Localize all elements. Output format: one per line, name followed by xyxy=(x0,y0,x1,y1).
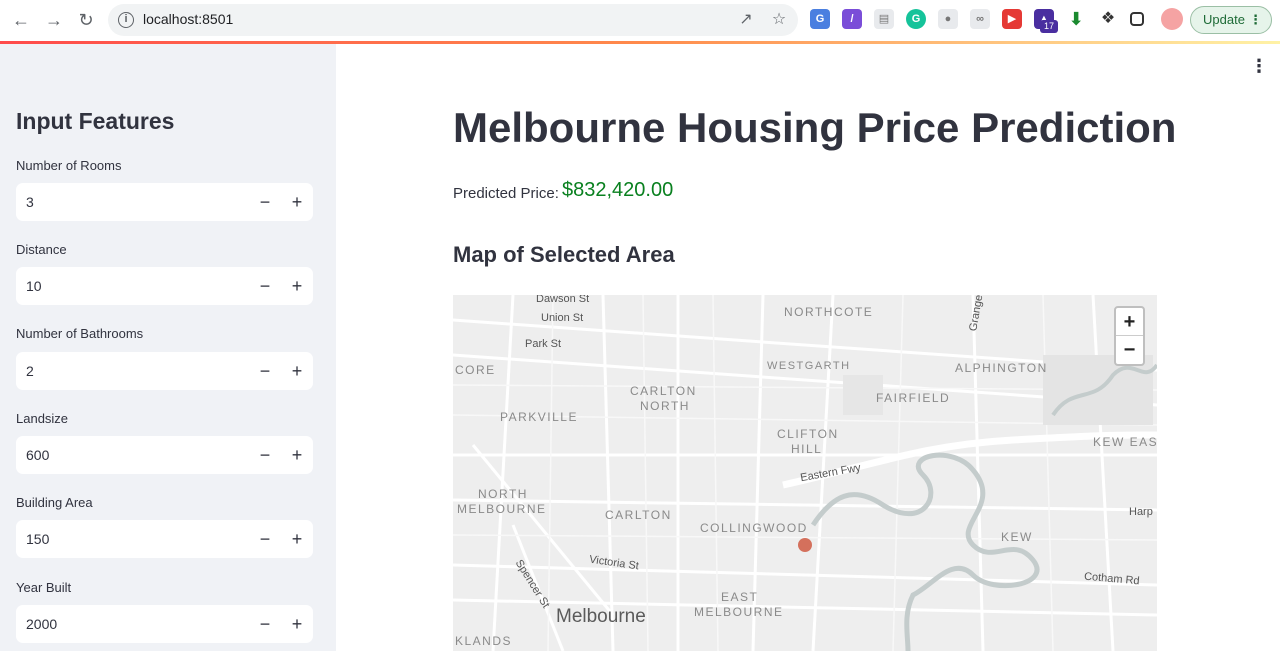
year-built-value[interactable]: 2000 xyxy=(26,616,57,632)
year-built-label: Year Built xyxy=(16,580,72,595)
street-label: Dawson St xyxy=(536,295,590,305)
zoom-out-button[interactable]: − xyxy=(1116,336,1143,364)
bathrooms-value[interactable]: 2 xyxy=(26,363,34,379)
location-marker[interactable] xyxy=(798,538,812,552)
suburb-label: MELBOURNE xyxy=(457,502,547,516)
page-title: Melbourne Housing Price Prediction xyxy=(453,104,1177,151)
building-area-value[interactable]: 150 xyxy=(26,531,49,547)
side-panel-icon[interactable] xyxy=(1130,12,1144,26)
zoom-control: + − xyxy=(1114,306,1145,366)
distance-input[interactable]: 10 − + xyxy=(16,267,313,305)
puzzle-extensions-icon[interactable]: ❖ xyxy=(1098,9,1118,29)
street-label: Park St xyxy=(525,338,562,350)
landsize-decrement-button[interactable]: − xyxy=(249,436,281,474)
distance-value[interactable]: 10 xyxy=(26,278,42,294)
suburb-label: PARKVILLE xyxy=(500,410,578,424)
site-info-icon[interactable]: i xyxy=(118,12,134,28)
map[interactable]: + − NORTHCOTE WESTGARTH ALPHINGTON CORE … xyxy=(453,295,1157,651)
suburb-label: CARLTON xyxy=(630,384,697,398)
suburb-label: KEW EAS xyxy=(1093,435,1157,449)
suburb-label: FAIRFIELD xyxy=(876,391,951,405)
update-button[interactable]: Update ⋮ xyxy=(1190,6,1272,34)
camera-extension-icon[interactable]: ● xyxy=(938,9,958,29)
building-area-increment-button[interactable]: + xyxy=(281,520,313,558)
profile-avatar[interactable] xyxy=(1161,8,1183,30)
sidebar: Input Features Number of Rooms 3 − + Dis… xyxy=(0,44,336,651)
back-arrow-icon[interactable]: ← xyxy=(10,9,32,31)
share-icon[interactable]: ↗ xyxy=(736,10,756,30)
bathrooms-input[interactable]: 2 − + xyxy=(16,352,313,390)
rooms-value[interactable]: 3 xyxy=(26,194,34,210)
rooms-decrement-button[interactable]: − xyxy=(249,183,281,221)
extension-badge: 17 xyxy=(1040,20,1058,33)
update-label: Update xyxy=(1203,12,1245,27)
bathrooms-label: Number of Bathrooms xyxy=(16,326,144,341)
more-vert-icon: ⋮ xyxy=(1249,12,1262,27)
suburb-label: CLIFTON xyxy=(777,427,839,441)
suburb-label: KLANDS xyxy=(455,634,513,648)
suburb-label: HILL xyxy=(791,442,823,456)
url-text: localhost:8501 xyxy=(143,11,234,27)
building-area-label: Building Area xyxy=(16,495,93,510)
translate-extension-icon[interactable]: G xyxy=(810,9,830,29)
forward-arrow-icon[interactable]: → xyxy=(43,9,65,31)
predicted-price-label: Predicted Price: xyxy=(453,185,559,202)
landsize-input[interactable]: 600 − + xyxy=(16,436,313,474)
suburb-label: WESTGARTH xyxy=(767,360,851,372)
rooms-increment-button[interactable]: + xyxy=(281,183,313,221)
suburb-label: NORTHCOTE xyxy=(784,305,874,319)
landsize-value[interactable]: 600 xyxy=(26,447,49,463)
suburb-label: CARLTON xyxy=(605,508,672,522)
download-arrow-icon[interactable]: ⬇ xyxy=(1066,9,1086,29)
bookmark-star-icon[interactable]: ☆ xyxy=(769,10,789,30)
suburb-label: ALPHINGTON xyxy=(955,361,1048,375)
grammarly-extension-icon[interactable]: G xyxy=(906,9,926,29)
distance-decrement-button[interactable]: − xyxy=(249,267,281,305)
sidebar-title: Input Features xyxy=(16,108,175,134)
bathrooms-increment-button[interactable]: + xyxy=(281,352,313,390)
year-built-increment-button[interactable]: + xyxy=(281,605,313,643)
main-menu-icon[interactable]: ⋮ xyxy=(1250,56,1268,76)
building-area-decrement-button[interactable]: − xyxy=(249,520,281,558)
predicted-price-value: $832,420.00 xyxy=(562,179,674,201)
rooms-label: Number of Rooms xyxy=(16,158,122,173)
suburb-label: MELBOURNE xyxy=(694,605,784,619)
browser-toolbar: ← → ↻ i localhost:8501 ↗ ☆ G / ▤ G ● ∞ ▶… xyxy=(0,0,1280,41)
street-label: Harp xyxy=(1129,506,1153,518)
street-label: Union St xyxy=(541,312,584,324)
suburb-label: COLLINGWOOD xyxy=(700,521,808,535)
city-label: Melbourne xyxy=(556,606,646,627)
link-extension-icon[interactable]: ∞ xyxy=(970,9,990,29)
suburb-label: NORTH xyxy=(478,487,528,501)
suburb-label: KEW xyxy=(1001,530,1033,544)
document-extension-icon[interactable]: ▤ xyxy=(874,9,894,29)
year-built-decrement-button[interactable]: − xyxy=(249,605,281,643)
distance-increment-button[interactable]: + xyxy=(281,267,313,305)
suburb-label: NORTH xyxy=(640,399,690,413)
address-bar[interactable]: i localhost:8501 ↗ ☆ xyxy=(108,4,798,36)
landsize-increment-button[interactable]: + xyxy=(281,436,313,474)
building-area-input[interactable]: 150 − + xyxy=(16,520,313,558)
zoom-in-button[interactable]: + xyxy=(1116,308,1143,336)
suburb-label: EAST xyxy=(721,590,759,604)
landsize-label: Landsize xyxy=(16,411,69,426)
map-section-title: Map of Selected Area xyxy=(453,242,675,267)
year-built-input[interactable]: 2000 − + xyxy=(16,605,313,643)
pen-extension-icon[interactable]: / xyxy=(842,9,862,29)
reload-icon[interactable]: ↻ xyxy=(75,9,97,31)
distance-label: Distance xyxy=(16,242,67,257)
play-extension-icon[interactable]: ▶ xyxy=(1002,9,1022,29)
rooms-input[interactable]: 3 − + xyxy=(16,183,313,221)
suburb-label: CORE xyxy=(455,363,496,377)
bathrooms-decrement-button[interactable]: − xyxy=(249,352,281,390)
